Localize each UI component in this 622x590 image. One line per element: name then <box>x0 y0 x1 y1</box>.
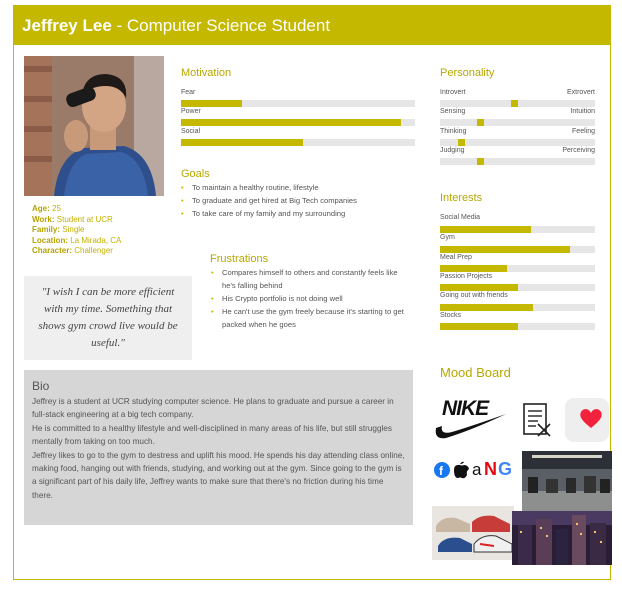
nike-logo: NIKE <box>432 397 508 442</box>
mood-board-title: Mood Board <box>440 365 511 380</box>
demo-family: Family: Single <box>32 225 85 234</box>
personality-track <box>440 119 595 126</box>
interest-bar <box>440 226 595 233</box>
persona-quote: "I wish I can be more efficient with my … <box>24 276 192 360</box>
frustration-item: His Crypto portfolio is not doing well <box>210 292 412 305</box>
city-night-image <box>512 511 612 565</box>
amazon-logo-letter: a <box>472 460 482 479</box>
personality-marker <box>477 119 484 126</box>
interest-label: Going out with friends <box>440 292 508 299</box>
demo-age: Age: 25 <box>32 204 61 213</box>
bio-paragraph: Jeffrey likes to go to the gym to destre… <box>32 450 405 500</box>
personality-track <box>440 158 595 165</box>
frustrations-list: Compares himself to others and constantl… <box>210 266 412 331</box>
goal-item: To take care of my family and my surroun… <box>180 207 410 220</box>
demo-character: Character: Challenger <box>32 246 113 255</box>
interest-fill <box>440 265 507 272</box>
interest-label: Meal Prep <box>440 254 472 261</box>
interests-title: Interests <box>440 192 483 204</box>
persona-header: Jeffrey Lee - Computer Science Student <box>14 6 610 45</box>
profile-photo <box>24 56 164 196</box>
goals-list: To maintain a healthy routine, lifestyle… <box>180 181 410 220</box>
bio-title: Bio <box>32 379 50 393</box>
personality-right-label: Extrovert <box>566 89 595 96</box>
nike-swoosh-icon <box>435 414 506 439</box>
demo-work: Work: Student at UCR <box>32 214 113 224</box>
motivation-label-power: Power <box>181 108 201 115</box>
personality-title: Personality <box>440 67 495 79</box>
personality-right-label: Intuition <box>570 108 595 115</box>
goal-item: To graduate and get hired at Big Tech co… <box>180 194 410 207</box>
frustration-item: Compares himself to others and constantl… <box>210 266 412 292</box>
interest-label: Passion Projects <box>440 273 493 280</box>
interest-bar <box>440 323 595 330</box>
interest-fill <box>440 323 518 330</box>
interest-fill <box>440 284 518 291</box>
bio-paragraph: Jeffrey is a student at UCR studying com… <box>32 397 394 420</box>
frustration-item: He can't use the gym freely because it's… <box>210 305 412 331</box>
interest-fill <box>440 246 571 253</box>
motivation-label-fear: Fear <box>181 89 196 96</box>
motivation-fill-fear <box>181 100 242 107</box>
health-heart-icon <box>565 398 609 442</box>
header-separator: - <box>111 16 127 35</box>
personality-right-label: Perceiving <box>562 147 595 154</box>
personality-marker <box>477 158 484 165</box>
motivation-title: Motivation <box>181 67 232 79</box>
personality-track <box>440 139 595 146</box>
tech-brand-logos: f a N G <box>432 456 520 484</box>
google-logo-letter: G <box>498 459 513 479</box>
goal-item: To maintain a healthy routine, lifestyle <box>180 181 410 194</box>
document-icon <box>520 402 554 438</box>
goals-title: Goals <box>181 168 210 180</box>
interest-label: Stocks <box>440 312 462 319</box>
apple-icon <box>454 461 469 479</box>
interest-fill <box>440 304 533 311</box>
persona-role: Computer Science Student <box>126 16 331 35</box>
interest-label: Social Media <box>440 214 481 221</box>
gym-interior-image <box>522 451 612 511</box>
motivation-bar-social <box>181 139 415 146</box>
motivation-bar-power <box>181 119 415 126</box>
interest-bar <box>440 265 595 272</box>
frustrations-title: Frustrations <box>210 253 269 265</box>
motivation-fill-social <box>181 139 303 146</box>
motivation-fill-power <box>181 119 401 126</box>
persona-card: Jeffrey Lee - Computer Science Student A… <box>13 5 612 580</box>
personality-marker <box>511 100 518 107</box>
bio-box: Bio Jeffrey is a student at UCR studying… <box>24 370 413 525</box>
interest-label: Gym <box>440 234 455 241</box>
personality-right-label: Feeling <box>572 128 595 135</box>
personality-marker <box>458 139 465 146</box>
interest-fill <box>440 226 532 233</box>
demographics: Age: 25 Work: Student at UCR Family: Sin… <box>32 204 121 257</box>
interest-bar <box>440 246 595 253</box>
sneakers-image <box>432 506 514 560</box>
netflix-logo-letter: N <box>484 459 497 479</box>
persona-name: Jeffrey Lee <box>22 16 112 35</box>
demo-location: Location: La Mirada, CA <box>32 235 122 245</box>
motivation-label-social: Social <box>181 128 201 135</box>
personality-track <box>440 100 595 107</box>
motivation-bar-fear <box>181 100 415 107</box>
bio-paragraph: He is committed to a healthy lifestyle a… <box>32 423 392 447</box>
interest-bar <box>440 284 595 291</box>
interest-bar <box>440 304 595 311</box>
